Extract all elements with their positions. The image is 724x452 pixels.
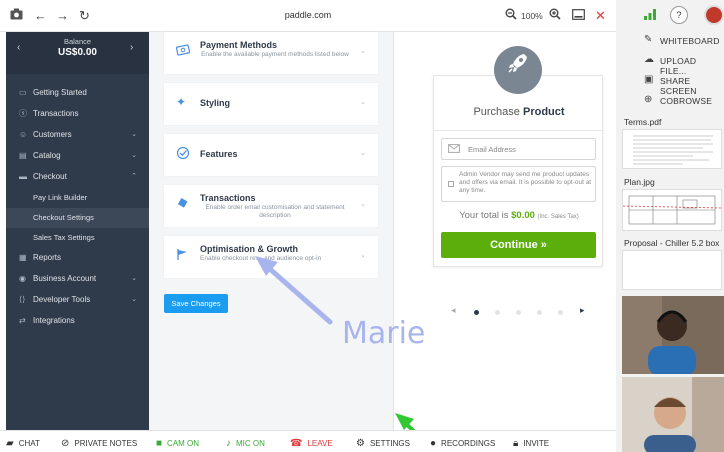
- annotation-layer: [255, 256, 438, 452]
- menu-upload-file[interactable]: UPLOAD FILE...: [660, 56, 724, 76]
- doc-title-plan[interactable]: Plan.jpg: [624, 177, 722, 187]
- phone-hangup-icon: ☎: [290, 438, 303, 449]
- mic-on-button[interactable]: ♪ MIC ON: [226, 438, 265, 449]
- camera-icon: ■: [156, 438, 163, 449]
- annotation-name: Marie: [342, 316, 426, 351]
- menu-cobrowse[interactable]: COBROWSE: [660, 96, 712, 106]
- screen-share-icon: ▣: [644, 74, 654, 85]
- cloud-upload-icon: ☁: [644, 54, 654, 65]
- pencil-icon: ✎: [644, 34, 653, 45]
- doc-title-terms[interactable]: Terms.pdf: [624, 117, 722, 127]
- settings-button[interactable]: ⚙ SETTINGS: [356, 438, 410, 449]
- record-icon: ●: [430, 438, 437, 449]
- gear-icon: ⚙: [356, 438, 365, 449]
- avatar[interactable]: [704, 5, 724, 25]
- help-icon[interactable]: ?: [670, 6, 688, 24]
- meeting-controls: ▰ CHAT ⊘ PRIVATE NOTES ■ CAM ON ♪ MIC ON ☎ LE…: [0, 430, 616, 452]
- chat-icon: ▰: [6, 438, 14, 449]
- menu-share-screen[interactable]: SHARE SCREEN: [660, 76, 724, 96]
- invite-button[interactable]: 🔒︎ INVITE: [513, 438, 549, 449]
- video-tile-participant-2: [622, 377, 724, 452]
- leave-button[interactable]: ☎ LEAVE: [290, 438, 333, 449]
- signal-icon: [644, 9, 656, 22]
- doc-title-proposal[interactable]: Proposal - Chiller 5.2 box c: [624, 238, 722, 248]
- doc-thumbnail-proposal[interactable]: [622, 250, 722, 290]
- menu-whiteboard[interactable]: WHITEBOARD: [660, 36, 720, 46]
- chat-button[interactable]: ▰ CHAT: [6, 438, 40, 449]
- collab-panel: ? ✎ WHITEBOARD ☁ UPLOAD FILE... ▣ SHARE …: [616, 0, 724, 452]
- lock-icon: 🔒︎: [513, 438, 519, 449]
- private-notes-button[interactable]: ⊘ PRIVATE NOTES: [61, 438, 137, 449]
- mic-icon: ♪: [226, 438, 231, 449]
- globe-icon: ⊕: [644, 94, 653, 105]
- doc-thumbnail-terms[interactable]: [622, 129, 722, 169]
- doc-thumbnail-plan[interactable]: [622, 189, 722, 231]
- eye-off-icon: ⊘: [61, 438, 70, 449]
- cam-on-button[interactable]: ■ CAM ON: [156, 438, 199, 449]
- recordings-button[interactable]: ● RECORDINGS: [430, 438, 495, 449]
- annotation-arrow-blue: [255, 256, 333, 325]
- video-tile-participant-1: [622, 296, 724, 374]
